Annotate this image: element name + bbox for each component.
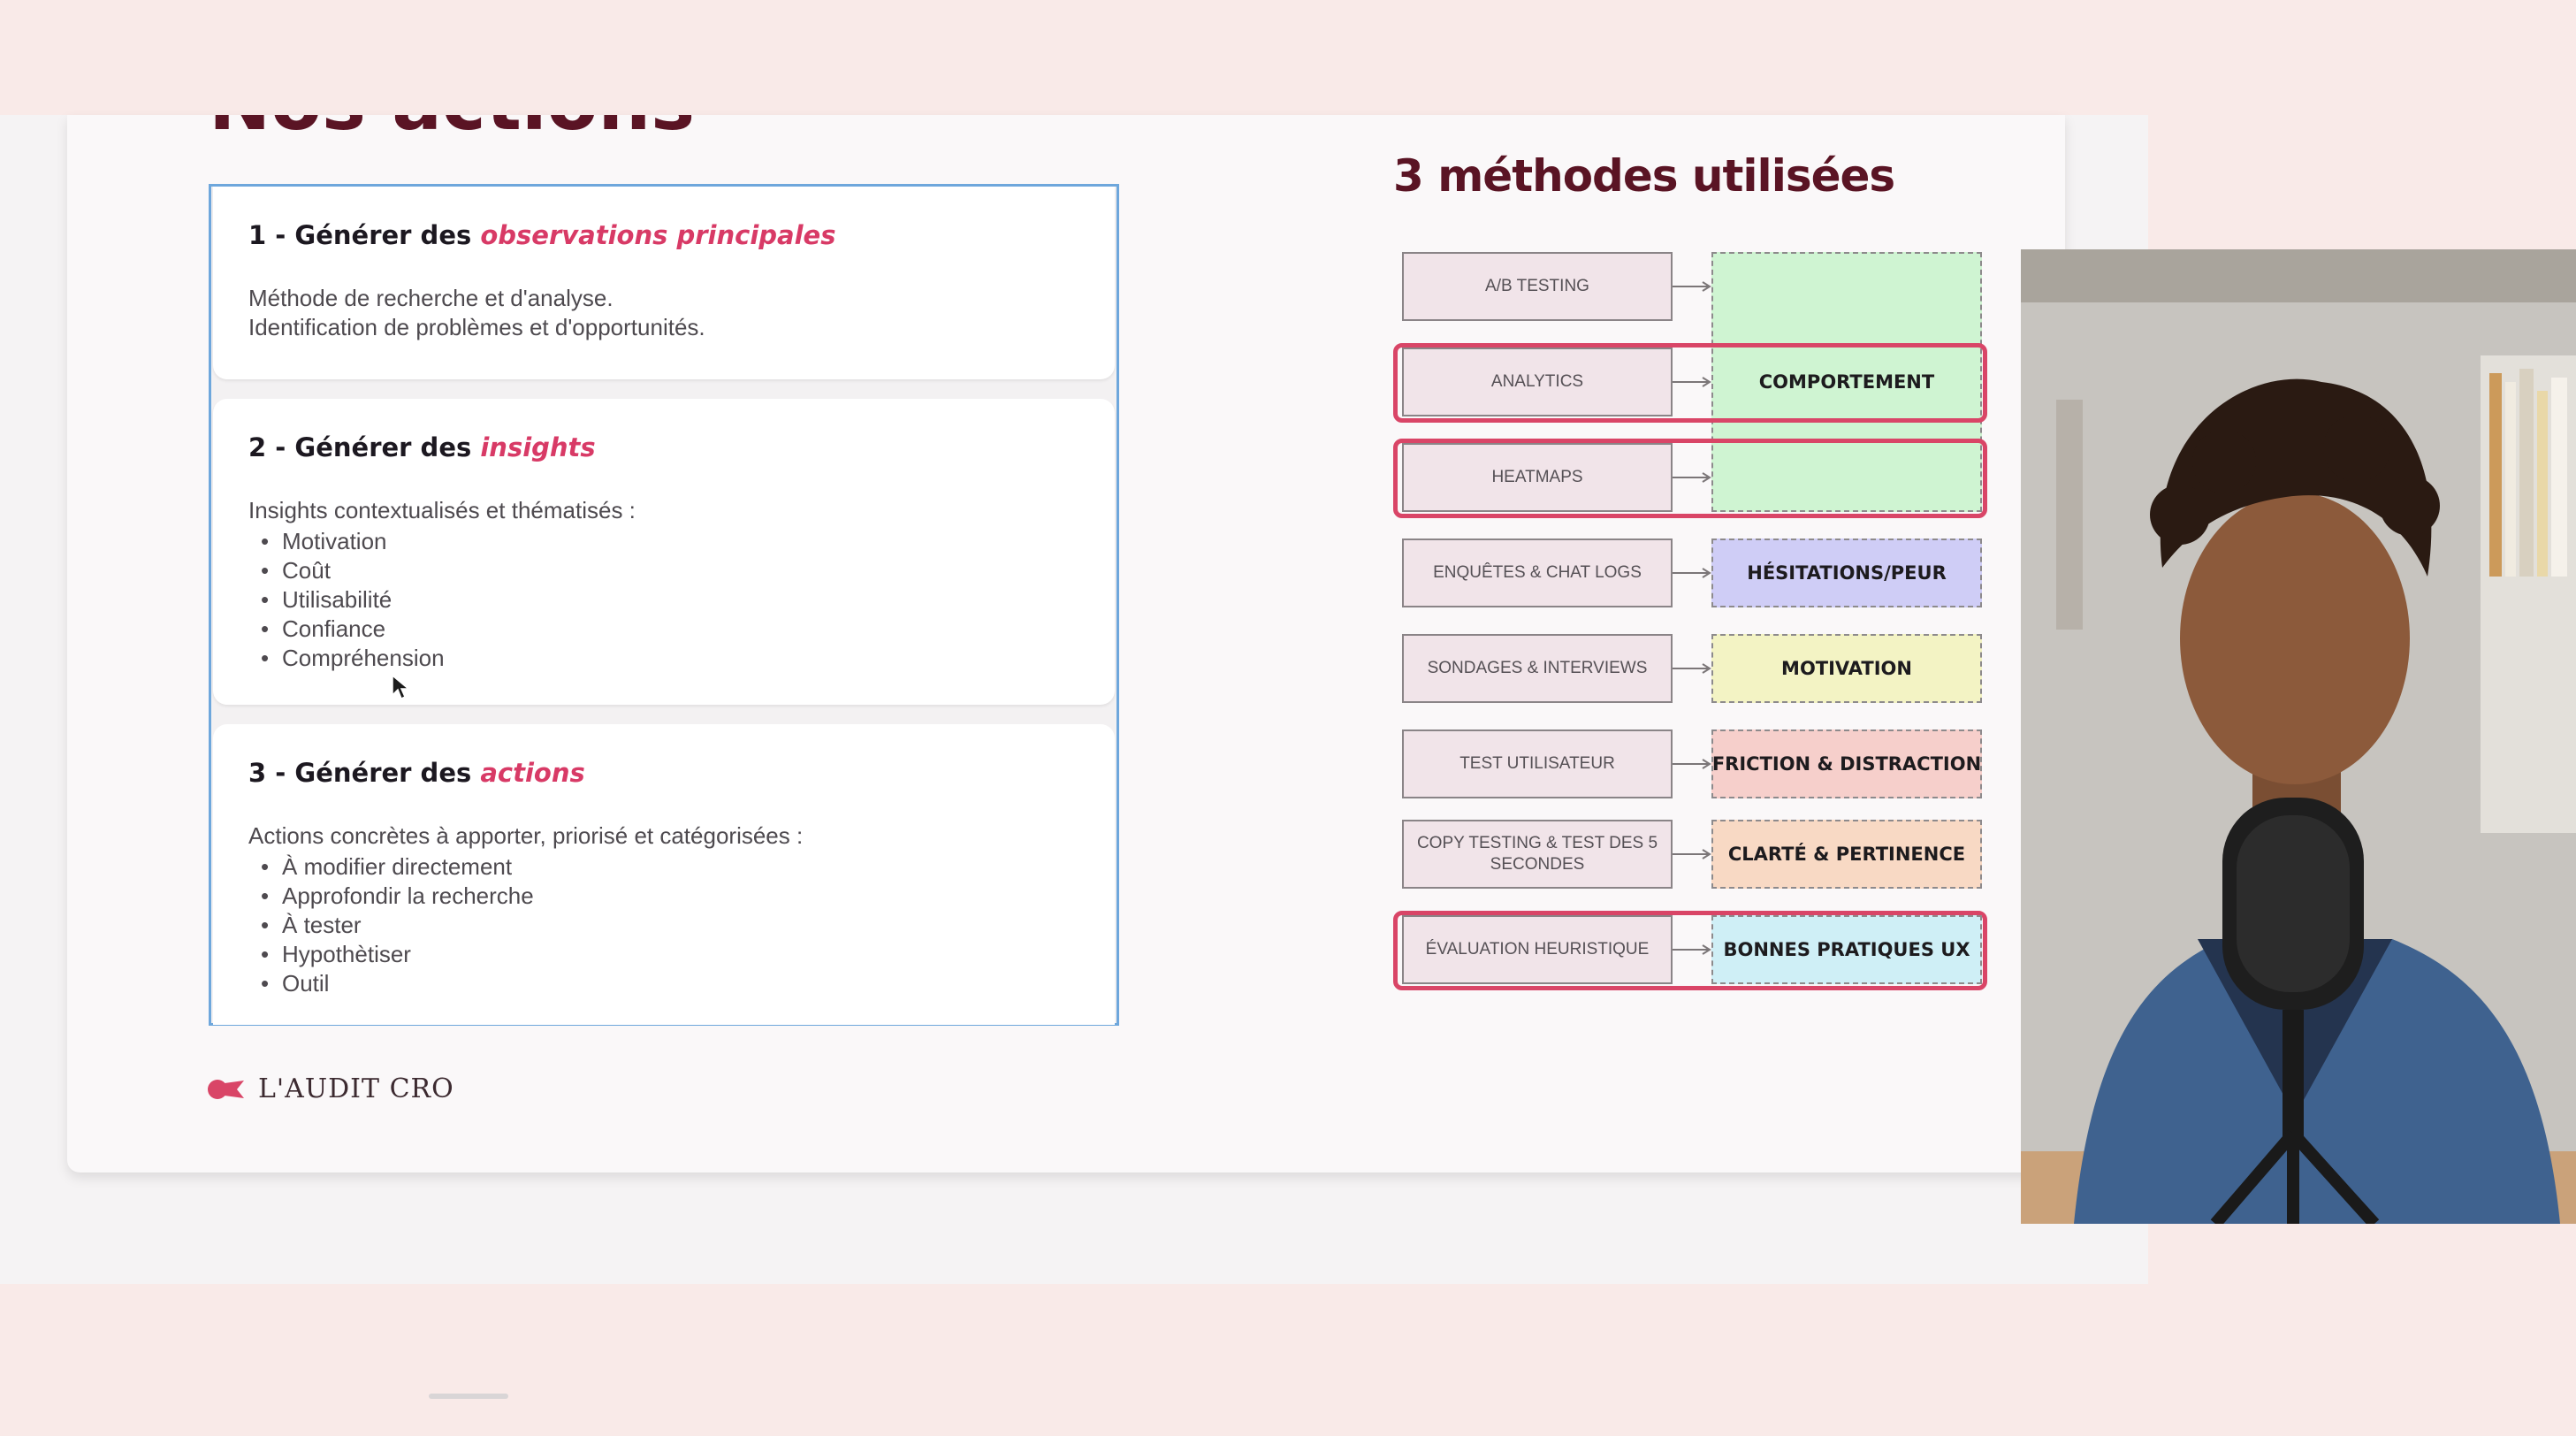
presenter-illustration — [2021, 249, 2576, 1224]
bullet-item: Motivation — [261, 527, 1079, 556]
method-row: ÉVALUATION HEURISTIQUE BONNES PRATIQUES U… — [1393, 911, 2065, 990]
screen: Nos actions 1 - Générer des observations… — [0, 0, 2576, 1436]
step-prefix: 3 - Générer des — [248, 758, 481, 788]
result-box: HÉSITATIONS/PEUR — [1711, 538, 1982, 607]
method-box: ENQUÊTES & CHAT LOGS — [1402, 538, 1673, 607]
step-bullets-3: À modifier directement Approfondir la re… — [261, 852, 1079, 998]
arrow-right-icon — [1673, 944, 1711, 955]
step-description-1: Méthode de recherche et d'analyse. Ident… — [248, 284, 1079, 342]
result-box: FRICTION & DISTRACTION — [1711, 729, 1982, 798]
step-line: Identification de problèmes et d'opportu… — [248, 314, 705, 340]
step-highlight: actions — [480, 758, 585, 788]
step-card-2: 2 - Générer des insights Insights contex… — [213, 399, 1115, 705]
arrow-right-icon — [1673, 377, 1711, 387]
method-box: ANALYTICS — [1402, 348, 1673, 416]
step-title-2: 2 - Générer des insights — [248, 432, 1079, 462]
slide-title-cut-off: Nos actions — [209, 115, 695, 147]
step-card-1: 1 - Générer des observations principales… — [213, 187, 1115, 379]
step-highlight: observations principales — [480, 220, 836, 250]
step-title-3: 3 - Générer des actions — [248, 758, 1079, 788]
slide: Nos actions 1 - Générer des observations… — [67, 115, 2065, 1172]
horizontal-scrollbar[interactable] — [429, 1394, 508, 1399]
result-box: BONNES PRATIQUES UX — [1711, 915, 1982, 984]
step-prefix: 1 - Générer des — [248, 220, 481, 250]
method-row: COPY TESTING & TEST DES 5 SECONDES CLARTÉ… — [1393, 815, 2065, 895]
bullet-item: Outil — [261, 969, 1079, 998]
arrow-right-icon — [1673, 849, 1711, 859]
method-box: HEATMAPS — [1402, 443, 1673, 512]
step-description-3: Actions concrètes à apporter, priorisé e… — [248, 821, 1079, 851]
arrow-right-icon — [1673, 568, 1711, 578]
mouse-cursor-icon — [392, 674, 411, 700]
bullet-item: À modifier directement — [261, 852, 1079, 882]
document-viewport[interactable]: Nos actions 1 - Générer des observations… — [0, 115, 2148, 1399]
result-box: CLARTÉ & PERTINENCE — [1711, 820, 1982, 889]
step-highlight: insights — [480, 432, 596, 462]
method-row: HEATMAPS — [1393, 439, 2065, 518]
step-bullets-2: Motivation Coût Utilisabilité Confiance … — [261, 527, 1079, 673]
arrow-right-icon — [1673, 281, 1711, 292]
result-box: MOTIVATION — [1711, 634, 1982, 703]
bullet-item: Coût — [261, 556, 1079, 585]
method-box: SONDAGES & INTERVIEWS — [1402, 634, 1673, 703]
result-box: COMPORTEMENT — [1758, 371, 1935, 393]
method-box: COPY TESTING & TEST DES 5 SECONDES — [1402, 820, 1673, 889]
bullet-item: Compréhension — [261, 644, 1079, 673]
brand-logo: L'AUDIT CRO — [207, 1073, 454, 1104]
webcam-video — [2021, 249, 2576, 1224]
steps-panel[interactable]: 1 - Générer des observations principales… — [209, 184, 1119, 1026]
method-box: TEST UTILISATEUR — [1402, 729, 1673, 798]
method-row: SONDAGES & INTERVIEWS MOTIVATION — [1393, 630, 2065, 709]
method-row: TEST UTILISATEUR FRICTION & DISTRACTION — [1393, 725, 2065, 805]
method-row: A/B TESTING — [1393, 248, 2065, 327]
arrow-right-icon — [1673, 759, 1711, 769]
brand-logo-icon — [208, 1079, 244, 1099]
bullet-item: Approfondir la recherche — [261, 882, 1079, 911]
step-card-3: 3 - Générer des actions Actions concrète… — [213, 724, 1115, 1025]
bullet-item: À tester — [261, 911, 1079, 940]
method-row: ENQUÊTES & CHAT LOGS HÉSITATIONS/PEUR — [1393, 534, 2065, 614]
method-box: A/B TESTING — [1402, 252, 1673, 321]
arrow-right-icon — [1673, 663, 1711, 674]
step-line: Méthode de recherche et d'analyse. — [248, 285, 614, 311]
bullet-item: Confiance — [261, 615, 1079, 644]
step-title-1: 1 - Générer des observations principales — [248, 220, 1079, 250]
arrow-right-icon — [1673, 472, 1711, 483]
method-box: ÉVALUATION HEURISTIQUE — [1402, 915, 1673, 984]
brand-name: L'AUDIT CRO — [258, 1073, 454, 1104]
step-description-2: Insights contextualisés et thématisés : — [248, 496, 1079, 525]
step-line: Actions concrètes à apporter, priorisé e… — [248, 822, 804, 849]
bullet-item: Utilisabilité — [261, 585, 1079, 615]
step-prefix: 2 - Générer des — [248, 432, 481, 462]
method-row: ANALYTICS COMPORTEMENT — [1393, 343, 2065, 423]
methods-title: 3 méthodes utilisées — [1393, 150, 1895, 202]
bullet-item: Hypothètiser — [261, 940, 1079, 969]
step-line: Insights contextualisés et thématisés : — [248, 497, 636, 523]
